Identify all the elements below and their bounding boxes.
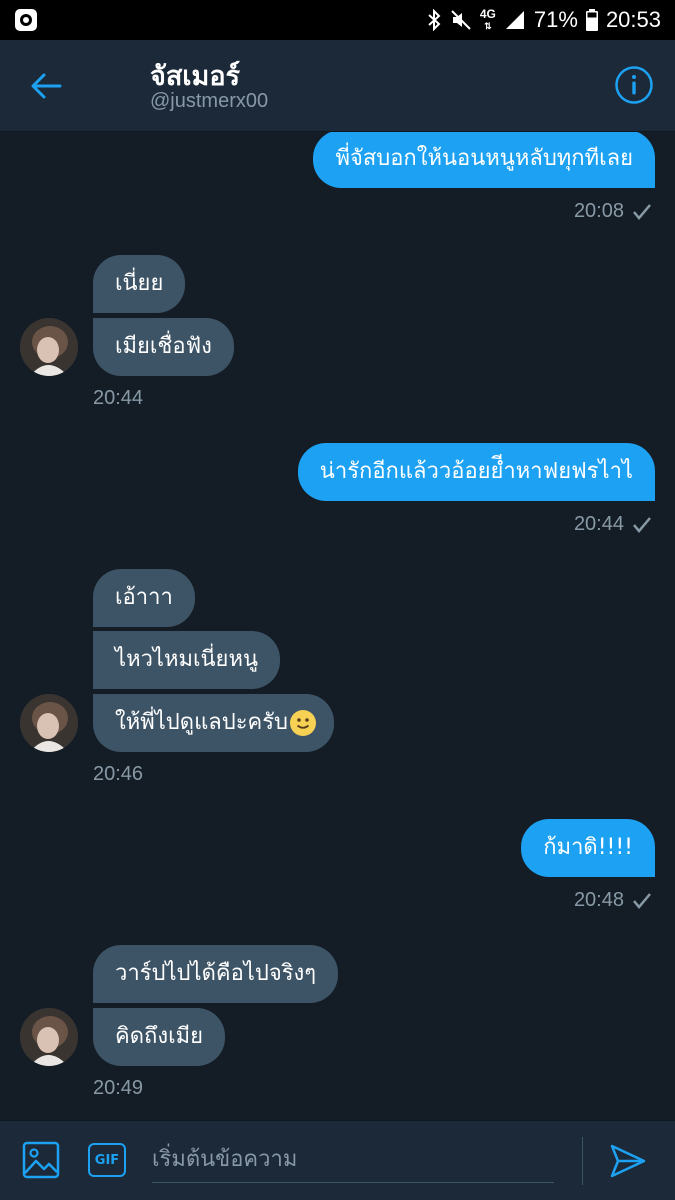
battery-icon [585,9,598,31]
sent-check-icon [633,517,651,533]
conversation-header: จัสเมอร์ @justmerx00 [0,40,675,132]
avatar[interactable] [20,1008,78,1066]
sent-check-icon [633,893,651,909]
message-timestamp: 20:46 [93,763,144,785]
message-timestamp: 20:44 [93,387,144,409]
composer-divider [582,1137,583,1185]
info-button[interactable] [613,64,655,106]
mute-icon [450,9,472,31]
back-button[interactable] [24,66,68,106]
battery-percent: 71% [533,7,578,32]
add-photo-button[interactable] [22,1141,60,1179]
avatar[interactable] [20,694,78,752]
outgoing-message[interactable]: ก้มาดิ!!!! [521,819,655,877]
conversation-handle[interactable]: @justmerx00 [150,90,268,113]
send-button[interactable] [608,1141,648,1181]
incoming-message[interactable]: วาร์ปไปได้คือไปจริงๆ [93,945,339,1003]
incoming-message[interactable]: เมียเชื่อฟัง [93,318,234,376]
message-list[interactable]: พี่จัสบอกให้นอนหนูหลับทุกทีเลย 20:08 เนี… [0,132,675,1120]
incoming-message[interactable]: คิดถึงเมีย [93,1008,225,1066]
smile-emoji-icon [290,710,317,736]
info-icon [615,66,653,104]
network-type-icon: 4G ⇅ [479,7,496,31]
gif-button[interactable]: GIF [88,1143,126,1177]
message-composer: GIF [0,1120,675,1200]
incoming-message[interactable]: ไหวไหมเนี่ยหนู [93,631,280,689]
incoming-message[interactable]: เอ้าาา [93,569,195,627]
status-bar: 4G ⇅ 71% 20:53 [0,0,675,40]
message-timestamp: 20:44 [573,513,624,535]
network-type-label: 4G [479,7,496,21]
sent-check-icon [633,204,651,220]
screen-record-icon [14,8,38,32]
message-text: ให้พี่ไปดูแลปะครับ [115,710,289,735]
message-input[interactable] [152,1137,554,1183]
signal-icon [504,10,526,30]
outgoing-message[interactable]: น่ารักอีกแล้ววอ้อยยีำหาฟยฟรไาไ [297,443,655,501]
back-arrow-icon [31,73,62,99]
image-icon [22,1141,60,1179]
clock: 20:53 [605,7,661,32]
message-timestamp: 20:49 [93,1077,144,1099]
outgoing-message[interactable]: พี่จัสบอกให้นอนหนูหลับทุกทีเลย [313,132,655,188]
incoming-message[interactable]: เนี่ยย [93,255,186,313]
bluetooth-icon [426,9,442,31]
incoming-message[interactable]: ให้พี่ไปดูแลปะครับ [93,694,335,752]
avatar[interactable] [20,318,78,376]
gif-label: GIF [94,1152,120,1168]
message-timestamp: 20:48 [573,889,624,911]
send-icon [610,1144,646,1178]
message-timestamp: 20:08 [573,200,624,222]
